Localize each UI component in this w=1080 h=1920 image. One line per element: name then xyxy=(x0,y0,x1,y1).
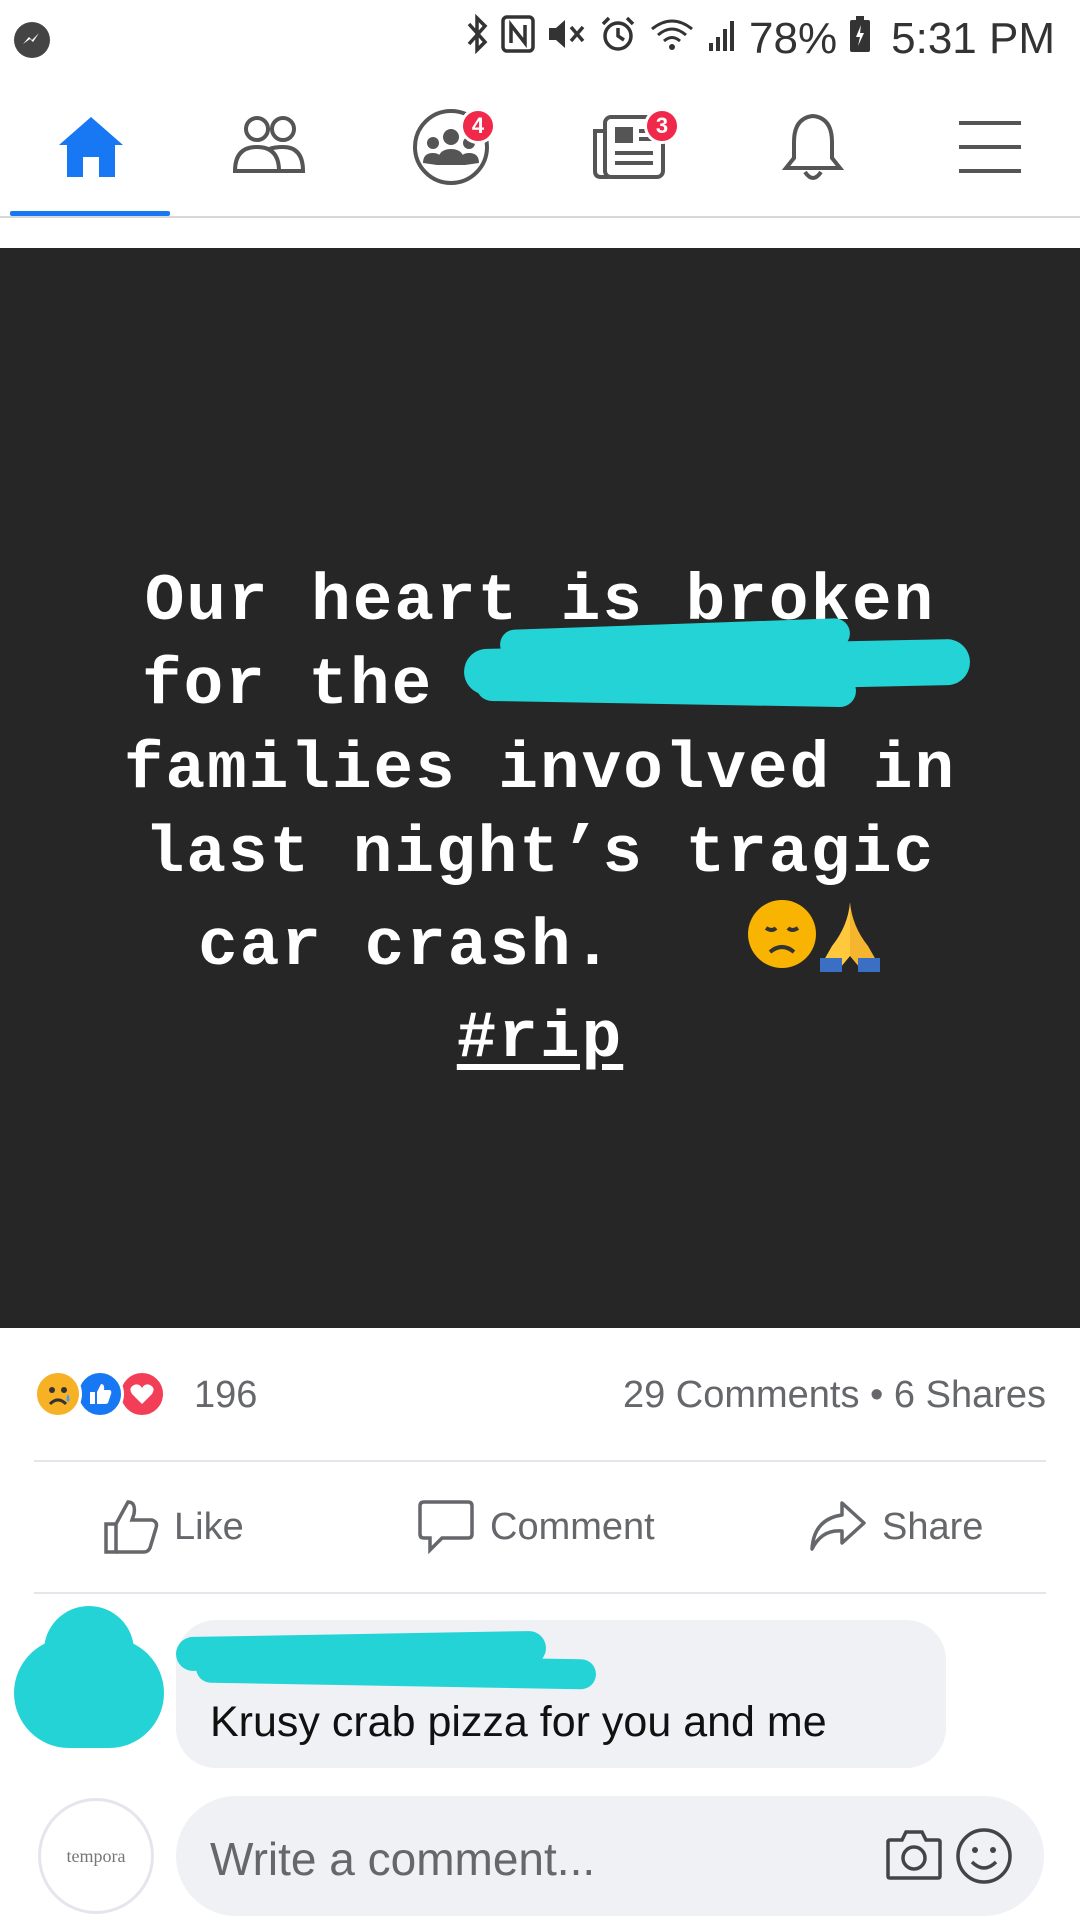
hamburger-icon xyxy=(959,121,1021,173)
praying-hands-emoji xyxy=(818,896,882,997)
status-bar: 78% 5:31 PM xyxy=(0,0,1080,78)
home-icon xyxy=(59,117,123,177)
redaction-mark xyxy=(44,1606,134,1726)
post-line-4: last night’s tragic xyxy=(144,816,936,891)
divider xyxy=(34,1592,1046,1594)
like-label: Like xyxy=(174,1505,244,1548)
reaction-count: 196 xyxy=(194,1374,258,1416)
like-icon xyxy=(76,1370,124,1418)
alarm-icon xyxy=(599,14,637,64)
news-badge: 3 xyxy=(644,108,680,144)
reactions-summary[interactable]: 196 29 Comments • 6 Shares xyxy=(34,1368,1046,1420)
thumbs-up-icon xyxy=(104,1500,159,1554)
messenger-icon xyxy=(14,22,50,58)
active-tab-indicator xyxy=(10,211,170,216)
emoji-button[interactable] xyxy=(954,1826,1014,1886)
post-line-5: car crash. xyxy=(60,896,1020,997)
groups-badge: 4 xyxy=(460,108,496,144)
reaction-icons xyxy=(34,1368,184,1420)
post-line-3: families involved in xyxy=(123,732,957,807)
bluetooth-icon xyxy=(465,13,489,64)
comment-bubble[interactable]: Krusy crab pizza for you and me xyxy=(175,1620,946,1768)
avatar-text: tempora xyxy=(66,1845,126,1866)
friends-icon xyxy=(232,116,306,173)
nfc-icon xyxy=(501,14,535,64)
hashtag-link[interactable]: #rip xyxy=(60,997,1020,1081)
comment-input[interactable] xyxy=(210,1832,730,1886)
nav-friends-tab[interactable] xyxy=(214,104,324,190)
clock-time: 5:31 PM xyxy=(891,14,1055,63)
battery-percent: 78% xyxy=(749,14,838,63)
post-line-5-text: car crash. xyxy=(198,908,615,984)
redaction-mark xyxy=(475,668,857,708)
bell-icon xyxy=(781,113,845,180)
nav-notifications-tab[interactable] xyxy=(758,104,868,190)
love-icon xyxy=(118,1370,166,1418)
post-image[interactable]: Our heart is broken for the families inv… xyxy=(0,248,1080,1328)
share-icon xyxy=(810,1501,866,1551)
comment-text: Krusy crab pizza for you and me xyxy=(210,1698,827,1746)
status-icons: 78% 5:31 PM xyxy=(465,13,1055,64)
nav-groups-tab[interactable]: 4 xyxy=(396,104,506,190)
comment-button[interactable]: Comment xyxy=(416,1462,655,1592)
mute-icon xyxy=(547,14,587,64)
nav-home-tab[interactable] xyxy=(36,104,146,190)
comment-label: Comment xyxy=(490,1505,655,1548)
comment-composer[interactable] xyxy=(176,1796,1044,1916)
my-avatar[interactable]: tempora xyxy=(38,1798,154,1914)
nav-news-tab[interactable]: 3 xyxy=(574,104,684,190)
smiley-icon xyxy=(956,1828,1012,1884)
post-actions: Like Comment Share xyxy=(34,1462,1046,1592)
sad-face-emoji xyxy=(746,898,818,995)
nav-menu-tab[interactable] xyxy=(935,104,1045,190)
commenter-avatar[interactable] xyxy=(14,1598,184,1758)
sad-icon xyxy=(34,1370,82,1418)
signal-icon xyxy=(707,14,737,64)
battery-icon xyxy=(849,14,871,64)
share-button[interactable]: Share xyxy=(808,1462,983,1592)
redaction-mark xyxy=(195,1652,597,1690)
share-label: Share xyxy=(882,1505,984,1548)
comments-shares-count[interactable]: 29 Comments • 6 Shares xyxy=(623,1374,1046,1417)
like-button[interactable]: Like xyxy=(102,1462,244,1592)
camera-button[interactable] xyxy=(884,1826,944,1886)
camera-icon xyxy=(886,1830,942,1880)
wifi-icon xyxy=(649,14,695,64)
comment-icon xyxy=(418,1500,474,1555)
top-nav-bar: 4 3 xyxy=(0,78,1080,218)
